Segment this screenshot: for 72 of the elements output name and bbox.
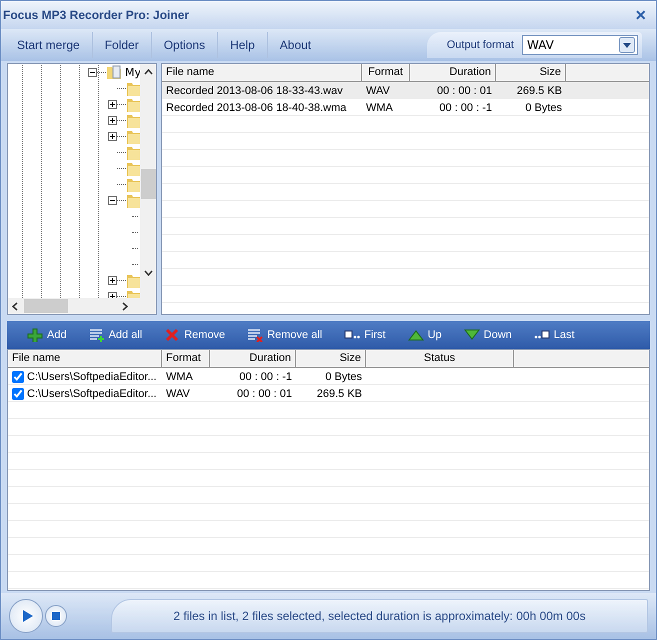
column-header[interactable]: Format	[362, 64, 410, 81]
column-header[interactable]: Size	[296, 350, 366, 367]
table-cell-text: 00 : 00 : -1	[238, 370, 293, 382]
toolbar-button[interactable]: Down	[460, 326, 516, 344]
toolbar-button[interactable]: Add	[23, 326, 71, 344]
remove-icon	[164, 328, 180, 342]
scroll-thumb[interactable]	[24, 299, 68, 313]
column-header[interactable]: File name	[8, 350, 162, 367]
table-cell-text: 00 : 00 : 01	[236, 388, 293, 400]
add-icon	[27, 328, 43, 342]
expand-icon[interactable]	[108, 292, 117, 298]
table-cell-text: 0 Bytes	[524, 102, 563, 114]
toolbar-button[interactable]: Remove all	[243, 326, 326, 344]
play-button[interactable]	[9, 599, 43, 633]
close-button[interactable]: ×	[631, 6, 650, 24]
computer-folder-icon	[106, 64, 122, 80]
stop-button[interactable]	[45, 605, 67, 627]
toolbar-button[interactable]: Remove	[160, 326, 230, 344]
scroll-up-icon[interactable]	[144, 69, 152, 75]
up-icon	[408, 328, 424, 342]
toolbar-button[interactable]: Last	[530, 326, 579, 344]
scroll-right-icon[interactable]	[122, 302, 128, 310]
table-cell-text: Recorded 2013-08-06 18-40-38.wma	[165, 102, 348, 114]
table-cell-text: 269.5 KB	[316, 388, 363, 400]
scroll-down-icon[interactable]	[144, 270, 152, 276]
column-header[interactable]: Size	[496, 64, 566, 81]
checkbox[interactable]	[12, 370, 24, 382]
status-text: 2 files in list, 2 files selected, selected duration is approximately: 00h 00m 00s	[173, 609, 586, 623]
stop-icon	[52, 612, 60, 620]
file-path: C:\Users\SoftpediaEditor...	[27, 388, 157, 400]
table-cell-text: Recorded 2013-08-06 18-33-43.wav	[165, 84, 344, 96]
expand-icon[interactable]	[108, 116, 117, 124]
scroll-left-icon[interactable]	[12, 302, 18, 310]
collapse-icon[interactable]	[108, 196, 117, 204]
menu-item[interactable]: About	[266, 32, 324, 58]
expand-icon[interactable]	[108, 132, 117, 140]
checkbox[interactable]	[12, 388, 24, 400]
table-cell-text: WMA	[365, 102, 394, 114]
menu-item[interactable]: Folder	[92, 32, 151, 58]
output-format-label: Output format	[446, 39, 514, 51]
table-cell-text: 0 Bytes	[324, 370, 363, 382]
table-cell-text: 00 : 00 : -1	[438, 102, 493, 114]
menu-item[interactable]: Help	[217, 32, 267, 58]
expand-icon[interactable]	[108, 100, 117, 108]
table-cell-text: 269.5 KB	[516, 84, 563, 96]
scroll-thumb[interactable]	[140, 169, 156, 199]
play-icon	[22, 609, 34, 623]
expand-icon[interactable]	[108, 276, 117, 284]
tree-item-label[interactable]: My	[125, 66, 142, 78]
horizontal-scrollbar[interactable]	[8, 298, 156, 314]
menu-item[interactable]: Options	[150, 32, 218, 58]
toolbar-button[interactable]: Add all	[84, 326, 146, 344]
output-format-dropdown[interactable]: WAV	[522, 35, 638, 55]
file-path: C:\Users\SoftpediaEditor...	[27, 370, 157, 382]
toolbar-button[interactable]: First	[340, 326, 390, 344]
vertical-scrollbar[interactable]	[140, 64, 156, 298]
table-cell-text: WMA	[165, 370, 194, 382]
table-cell-text: WAV	[365, 84, 391, 96]
column-header[interactable]: Duration	[410, 64, 496, 81]
menu-item[interactable]: Start merge	[5, 32, 92, 58]
table-cell-text: 00 : 00 : 01	[436, 84, 493, 96]
column-header[interactable]: Status	[366, 350, 514, 367]
down-icon	[464, 328, 480, 342]
table-cell-text: WAV	[165, 388, 191, 400]
toolbar-button[interactable]: Up	[404, 326, 446, 344]
file-row[interactable]: Recorded 2013-08-06 18-33-43.wav WAV 00 : 00 : 01 269.5 KB	[162, 82, 649, 99]
column-header[interactable]: Format	[162, 350, 210, 367]
column-header[interactable]: File name	[162, 64, 362, 81]
column-header[interactable]: Duration	[210, 350, 296, 367]
window-title: Focus MP3 Recorder Pro: Joiner	[3, 8, 190, 22]
file-row[interactable]: Recorded 2013-08-06 18-40-38.wma WMA 00 : 00 : -1 0 Bytes	[162, 99, 649, 116]
collapse-icon[interactable]	[88, 68, 97, 76]
